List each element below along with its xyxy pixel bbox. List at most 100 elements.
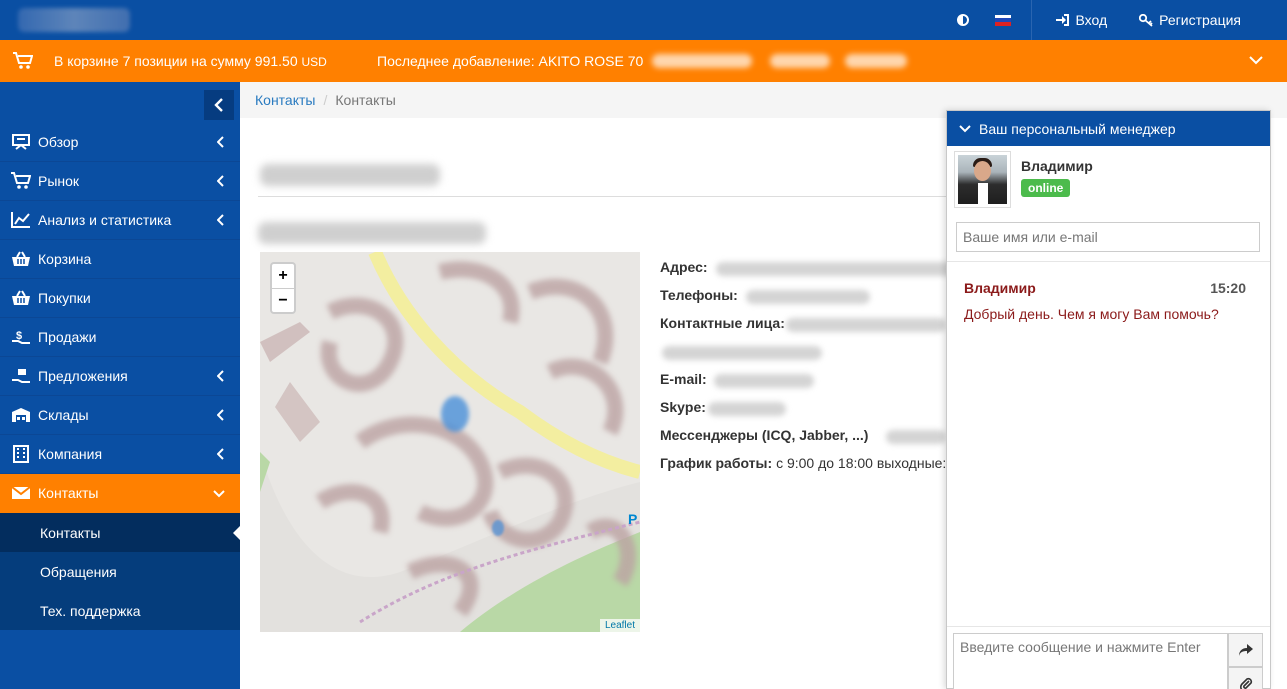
- sidebar-item-label: Компания: [38, 446, 103, 462]
- sidebar-item-offers[interactable]: Предложения: [0, 357, 240, 396]
- message-text: Добрый день. Чем я могу Вам помочь?: [964, 306, 1219, 322]
- divider: [947, 261, 1270, 262]
- map-tiles: P: [260, 252, 640, 632]
- warehouse-icon: [10, 406, 32, 424]
- message-author: Владимир: [964, 280, 1036, 296]
- message-input[interactable]: [953, 633, 1228, 689]
- shopping-cart-icon: [13, 52, 33, 69]
- company-title-redacted: [260, 164, 440, 186]
- sidebar-collapse-button[interactable]: [204, 90, 234, 120]
- submenu-item-support[interactable]: Тех. поддержка: [0, 591, 240, 630]
- contact-persons-row: Контактные лица:: [660, 315, 785, 331]
- key-icon: [1139, 13, 1153, 27]
- chevron-down-icon: [959, 124, 971, 132]
- sidebar-item-purchases[interactable]: Покупки: [0, 279, 240, 318]
- chevron-down-icon[interactable]: [1249, 55, 1263, 65]
- sidebar-item-label: Обзор: [38, 134, 79, 150]
- sidebar-item-label: Контакты: [38, 485, 99, 501]
- share-arrow-icon: [1238, 644, 1253, 656]
- russian-flag-icon: [995, 14, 1012, 26]
- chat-title: Ваш персональный менеджер: [979, 120, 1176, 137]
- cart-summary: В корзине 7 позиции на сумму 991.50 USD: [54, 53, 327, 69]
- redacted-text: [770, 54, 830, 68]
- name-email-input[interactable]: [956, 222, 1260, 252]
- schedule-row: График работы: с 9:00 до 18:00 выходные:: [660, 455, 946, 471]
- submenu-item-contacts[interactable]: Контакты: [0, 513, 240, 552]
- sidebar-item-company[interactable]: Компания: [0, 435, 240, 474]
- email-label: E-mail:: [660, 371, 707, 387]
- message-time: 15:20: [1210, 280, 1246, 296]
- envelope-icon: [10, 484, 32, 502]
- building-icon: [10, 445, 32, 463]
- language-button[interactable]: [983, 0, 1023, 40]
- send-button[interactable]: [1228, 633, 1263, 667]
- sidebar-item-label: Продажи: [38, 329, 97, 345]
- email-row: E-mail:: [660, 371, 707, 387]
- offers-icon: [10, 367, 32, 385]
- sales-icon: $: [10, 328, 32, 346]
- redacted-text: [652, 54, 752, 68]
- sidebar-item-analytics[interactable]: Анализ и статистика: [0, 201, 240, 240]
- login-link[interactable]: Вход: [1040, 12, 1123, 28]
- sidebar-item-sales[interactable]: $ Продажи: [0, 318, 240, 357]
- location-map[interactable]: P + − Leaflet: [260, 252, 640, 632]
- register-link[interactable]: Регистрация: [1123, 12, 1287, 28]
- chevron-left-icon: [217, 448, 224, 460]
- cart-bar[interactable]: В корзине 7 позиции на сумму 991.50 USD …: [0, 40, 1287, 82]
- market-cart-icon: [10, 172, 32, 190]
- sidebar: Обзор Рынок Анализ и статистика Корзина …: [0, 82, 240, 689]
- redacted-text: [845, 54, 907, 68]
- status-badge: online: [1021, 179, 1071, 197]
- chevron-left-icon: [217, 175, 224, 187]
- sign-in-icon: [1056, 14, 1070, 26]
- sidebar-item-market[interactable]: Рынок: [0, 162, 240, 201]
- sidebar-item-label: Склады: [38, 407, 89, 423]
- paperclip-icon: [1239, 677, 1252, 689]
- sidebar-item-label: Корзина: [38, 251, 92, 267]
- zoom-in-button[interactable]: +: [272, 264, 294, 288]
- map-zoom-control: + −: [270, 262, 296, 314]
- redacted-text: [786, 318, 946, 332]
- top-navbar: Вход Регистрация: [0, 0, 1287, 40]
- zoom-out-button[interactable]: −: [272, 288, 294, 312]
- submenu-item-requests[interactable]: Обращения: [0, 552, 240, 591]
- manager-name: Владимир: [1021, 158, 1093, 174]
- redacted-text: [708, 402, 786, 416]
- breadcrumb-link[interactable]: Контакты: [255, 92, 315, 108]
- top-right-actions: Вход Регистрация: [943, 0, 1287, 40]
- phones-label: Телефоны:: [660, 287, 738, 303]
- contact-persons-label: Контактные лица:: [660, 315, 785, 331]
- register-label: Регистрация: [1159, 12, 1241, 28]
- breadcrumb-current: Контакты: [335, 92, 396, 108]
- chevron-left-icon: [214, 98, 223, 112]
- messengers-label: Мессенджеры (ICQ, Jabber, ...): [660, 427, 869, 443]
- attach-button[interactable]: [1228, 667, 1263, 689]
- schedule-label: График работы:: [660, 455, 773, 471]
- chat-header[interactable]: Ваш персональный менеджер: [947, 111, 1270, 146]
- sidebar-item-overview[interactable]: Обзор: [0, 123, 240, 162]
- sidebar-item-contacts[interactable]: Контакты: [0, 474, 240, 513]
- address-label: Адрес:: [660, 259, 708, 275]
- contrast-toggle-button[interactable]: [943, 0, 983, 40]
- sidebar-item-warehouses[interactable]: Склады: [0, 396, 240, 435]
- sidebar-item-label: Покупки: [38, 290, 91, 306]
- sidebar-item-label: Предложения: [38, 368, 128, 384]
- login-label: Вход: [1075, 12, 1108, 28]
- brand-logo[interactable]: [18, 8, 130, 32]
- redacted-text: [714, 374, 814, 388]
- sidebar-item-basket[interactable]: Корзина: [0, 240, 240, 279]
- cart-currency: USD: [301, 55, 327, 69]
- skype-row: Skype:: [660, 399, 706, 415]
- overview-icon: [10, 133, 32, 151]
- messengers-row: Мессенджеры (ICQ, Jabber, ...): [660, 427, 868, 443]
- photo-shirt: [978, 183, 988, 204]
- leaflet-attribution-link[interactable]: Leaflet: [599, 619, 640, 632]
- contrast-icon: [957, 14, 970, 26]
- basket-icon: [10, 250, 32, 268]
- chart-icon: [10, 211, 32, 229]
- sidebar-item-label: Анализ и статистика: [38, 212, 172, 228]
- redacted-text: [746, 290, 870, 304]
- redacted-text: [716, 262, 956, 276]
- svg-text:P: P: [628, 511, 637, 527]
- schedule-value: с 9:00 до 18:00 выходные:: [776, 455, 947, 471]
